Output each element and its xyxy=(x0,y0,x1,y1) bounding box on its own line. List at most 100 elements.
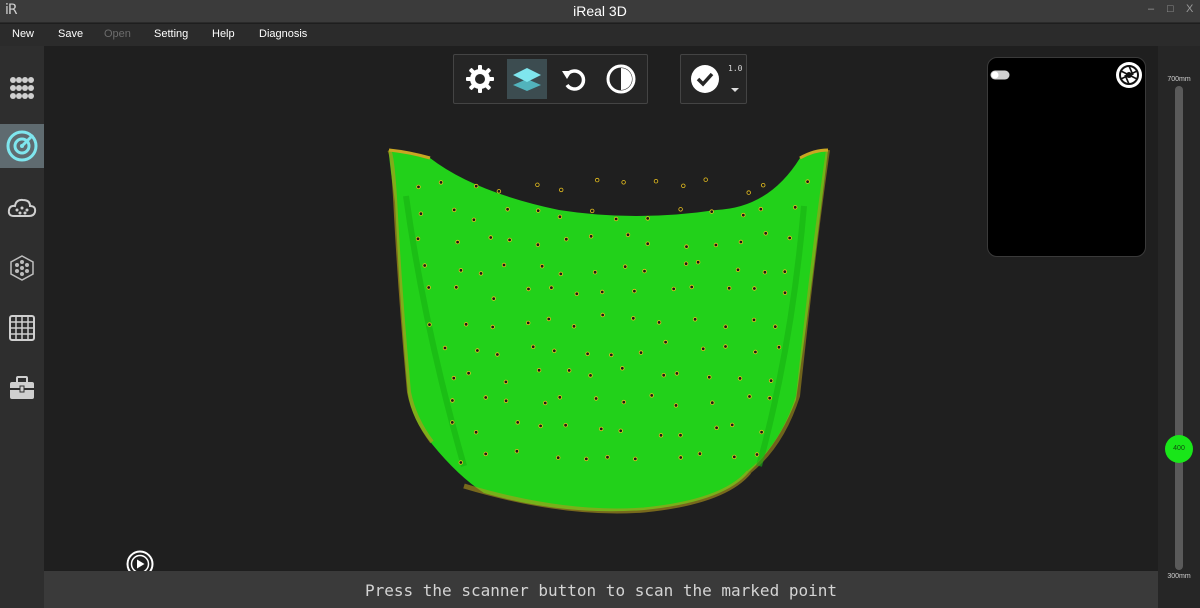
marker-point xyxy=(535,242,541,247)
confirm-button[interactable] xyxy=(690,64,720,99)
marker-point xyxy=(600,289,605,295)
dot-grid-icon xyxy=(10,77,34,99)
marker-point xyxy=(571,324,577,329)
version-label: 1.0 xyxy=(728,64,743,73)
sidebar-item-point-cloud[interactable] xyxy=(0,186,44,230)
maximize-button[interactable]: □ xyxy=(1167,3,1174,15)
minimize-button[interactable]: – xyxy=(1148,3,1154,15)
marker-point xyxy=(483,395,488,400)
menu-diagnosis[interactable]: Diagnosis xyxy=(259,28,307,40)
undo-button[interactable] xyxy=(554,59,594,99)
marker-point xyxy=(773,324,778,329)
marker-point xyxy=(549,285,554,290)
menu-setting[interactable]: Setting xyxy=(154,28,188,40)
sidebar-item-mesh[interactable] xyxy=(0,246,44,290)
marker-point xyxy=(526,286,531,292)
marker-point xyxy=(625,232,631,237)
marker-point xyxy=(701,346,706,351)
marker-point xyxy=(752,286,757,291)
marker-point xyxy=(727,285,732,291)
marker-point xyxy=(531,344,536,349)
close-button[interactable]: X xyxy=(1186,3,1193,15)
marker-point xyxy=(684,244,689,249)
status-message: Press the scanner button to scan the mar… xyxy=(364,581,837,600)
marker-point xyxy=(526,320,531,326)
marker-point xyxy=(584,456,589,462)
left-sidebar xyxy=(0,46,44,608)
marker-point xyxy=(613,216,619,222)
marker-point xyxy=(751,317,757,323)
marker-point xyxy=(678,207,683,212)
marker-point xyxy=(663,339,668,345)
marker-point xyxy=(515,420,520,425)
marker-point xyxy=(658,433,664,438)
depth-slider-track[interactable] xyxy=(1175,86,1183,570)
marker-point xyxy=(671,286,676,292)
marker-point xyxy=(567,368,572,373)
menu-save[interactable]: Save xyxy=(58,28,83,40)
menu-bar: New Save Open Setting Help Diagnosis xyxy=(0,24,1200,46)
marker-point xyxy=(723,344,728,349)
sidebar-item-grid[interactable] xyxy=(0,306,44,350)
menu-help[interactable]: Help xyxy=(212,28,235,40)
toggle-switch-icon[interactable] xyxy=(990,70,1010,80)
sidebar-item-tools[interactable] xyxy=(0,366,44,410)
menu-new[interactable]: New xyxy=(12,28,34,40)
marker-point xyxy=(438,180,444,185)
sidebar-item-markers[interactable] xyxy=(0,66,44,110)
marker-point xyxy=(574,291,579,296)
marker-point xyxy=(703,177,708,182)
marker-point xyxy=(805,179,810,184)
marker-point xyxy=(451,375,456,381)
layers-button[interactable] xyxy=(507,59,547,99)
marker-point xyxy=(737,376,743,381)
marker-point xyxy=(559,187,564,193)
marker-point xyxy=(593,396,599,401)
marker-point xyxy=(768,378,774,383)
marker-point xyxy=(599,426,604,432)
marker-point xyxy=(536,208,541,213)
status-bar: Press the scanner button to scan the mar… xyxy=(44,571,1158,608)
marker-point xyxy=(656,320,662,325)
marker-point xyxy=(649,393,654,398)
confirm-panel: 1.0 xyxy=(680,54,747,104)
marker-point xyxy=(463,322,469,327)
marker-point xyxy=(620,366,625,371)
marker-point xyxy=(588,234,594,239)
grid-icon xyxy=(9,315,35,341)
marker-point xyxy=(458,268,464,273)
menu-open: Open xyxy=(104,28,131,40)
contrast-button[interactable] xyxy=(601,59,641,99)
chevron-down-icon[interactable] xyxy=(731,88,739,92)
marker-point xyxy=(558,271,563,277)
marker-point xyxy=(754,452,760,457)
marker-point xyxy=(645,241,650,246)
marker-point xyxy=(735,267,741,272)
marker-point xyxy=(442,345,448,351)
marker-point xyxy=(546,316,551,322)
settings-button[interactable] xyxy=(460,59,500,99)
marker-point xyxy=(678,455,683,460)
sidebar-item-scan[interactable] xyxy=(0,124,44,168)
marker-point xyxy=(557,395,562,400)
gear-icon xyxy=(466,65,494,93)
marker-point xyxy=(709,209,714,214)
marker-point xyxy=(466,371,471,376)
marker-point xyxy=(753,349,758,355)
marker-point xyxy=(478,271,484,276)
marker-point xyxy=(416,184,421,190)
marker-point xyxy=(564,236,569,242)
depth-slider-thumb[interactable]: 400 xyxy=(1165,435,1193,463)
marker-point xyxy=(600,312,605,318)
marker-point xyxy=(495,352,500,357)
toolbox-icon xyxy=(10,376,34,399)
marker-point xyxy=(503,398,509,403)
marker-point xyxy=(645,216,650,221)
marker-point xyxy=(501,262,507,268)
aperture-icon[interactable] xyxy=(1115,61,1143,89)
marker-point xyxy=(782,290,788,295)
marker-point xyxy=(422,263,427,268)
marker-point xyxy=(618,428,623,433)
marker-point xyxy=(689,284,694,290)
marker-point xyxy=(692,317,698,322)
